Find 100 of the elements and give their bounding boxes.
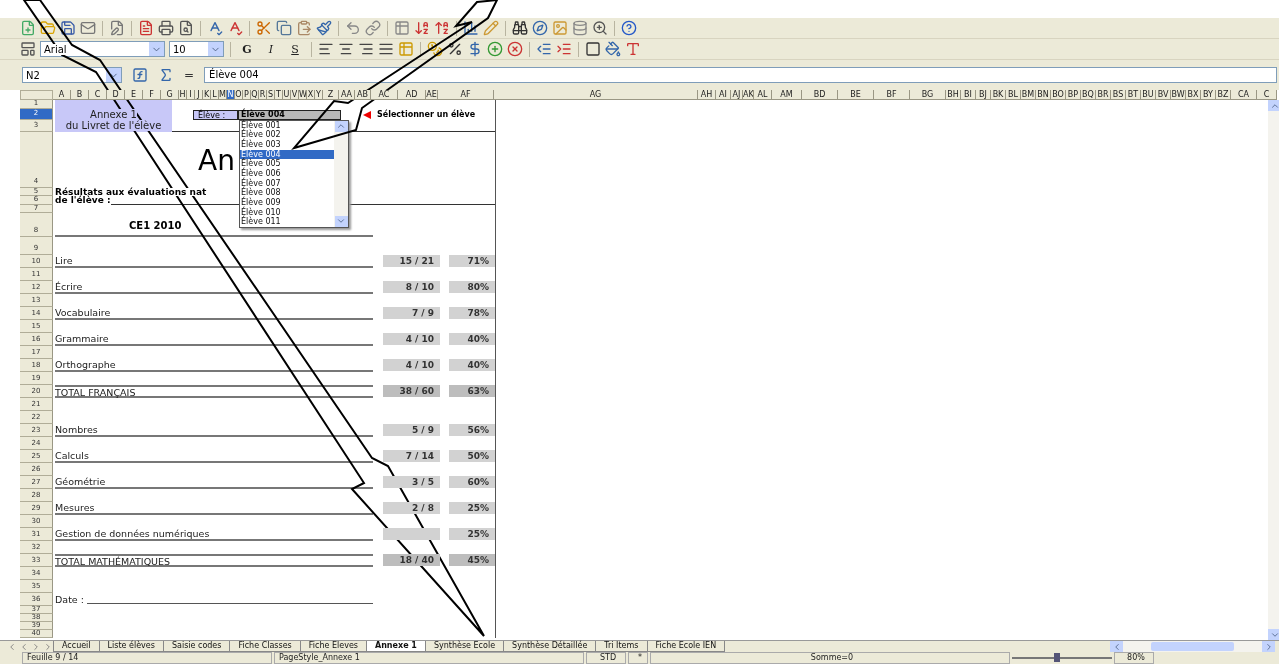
- help-icon[interactable]: [621, 20, 637, 36]
- sheet-tab[interactable]: Fiche Ecole IEN: [646, 641, 726, 652]
- sheet-tab[interactable]: Accueil: [53, 641, 100, 652]
- dropdown-option[interactable]: Élève 008: [240, 188, 334, 198]
- column-header[interactable]: BT: [1126, 90, 1141, 100]
- column-header[interactable]: AB: [355, 90, 371, 100]
- open-folder-icon[interactable]: [40, 20, 56, 36]
- cell-reference-field[interactable]: N2: [22, 67, 122, 83]
- scroll-down-icon[interactable]: [1268, 629, 1279, 640]
- sheet-tab[interactable]: Liste élèves: [98, 641, 164, 652]
- email-icon[interactable]: [80, 20, 96, 36]
- column-header[interactable]: AL: [754, 90, 772, 100]
- column-header[interactable]: L: [211, 90, 219, 100]
- font-name-field[interactable]: Arial: [40, 41, 165, 57]
- align-center-icon[interactable]: [338, 41, 354, 57]
- column-header[interactable]: CA: [1231, 90, 1257, 100]
- column-header[interactable]: AD: [398, 90, 426, 100]
- save-icon[interactable]: [60, 20, 76, 36]
- dropdown-option[interactable]: Élève 006: [240, 168, 334, 179]
- dropdown-option[interactable]: Élève 003: [240, 139, 334, 150]
- column-header[interactable]: BF: [874, 90, 910, 100]
- column-header[interactable]: AC: [371, 90, 398, 100]
- align-justify-icon[interactable]: [378, 41, 394, 57]
- column-header[interactable]: P: [243, 90, 251, 100]
- column-header[interactable]: C: [1257, 90, 1277, 100]
- list-scrollbar[interactable]: [334, 120, 348, 227]
- scroll-thumb[interactable]: [1151, 642, 1234, 651]
- fill-color-icon[interactable]: [605, 41, 621, 57]
- link-icon[interactable]: [365, 20, 381, 36]
- column-header[interactable]: BK: [991, 90, 1006, 100]
- sheet-tab[interactable]: Fiche Eleves: [299, 641, 367, 652]
- zoom-slider[interactable]: [1012, 652, 1112, 664]
- column-header[interactable]: BN: [1036, 90, 1051, 100]
- scroll-down-icon[interactable]: [334, 215, 348, 227]
- delete-decimal-icon[interactable]: [507, 41, 523, 57]
- copy-icon[interactable]: [276, 20, 292, 36]
- chart-icon[interactable]: [463, 20, 479, 36]
- horizontal-scrollbar[interactable]: [1110, 641, 1275, 652]
- brush-icon[interactable]: [316, 20, 332, 36]
- column-header[interactable]: AH: [698, 90, 716, 100]
- format-button[interactable]: G: [237, 40, 257, 58]
- currency-icon[interactable]: [427, 41, 443, 57]
- column-header[interactable]: BI: [961, 90, 976, 100]
- undo-icon[interactable]: [345, 20, 361, 36]
- column-header[interactable]: AI: [716, 90, 731, 100]
- sheet-tab[interactable]: Annexe 1: [365, 641, 426, 652]
- print-icon[interactable]: [158, 20, 174, 36]
- autospellcheck-icon[interactable]: [227, 20, 243, 36]
- column-header[interactable]: V: [291, 90, 299, 100]
- dropdown-option[interactable]: Élève 011: [240, 217, 334, 228]
- scroll-left-icon[interactable]: [1110, 641, 1123, 652]
- column-header[interactable]: BZ: [1216, 90, 1231, 100]
- format-button[interactable]: S: [285, 40, 305, 58]
- column-header[interactable]: Z: [323, 90, 339, 100]
- sheet-tab[interactable]: Tri Items: [595, 641, 648, 652]
- sheet-tab[interactable]: Synthèse Détaillée: [503, 641, 597, 652]
- column-header[interactable]: BP: [1066, 90, 1081, 100]
- number-format-icon[interactable]: [467, 41, 483, 57]
- paste-icon[interactable]: [296, 20, 312, 36]
- column-header[interactable]: N: [227, 90, 235, 100]
- column-header[interactable]: BR: [1096, 90, 1111, 100]
- column-header[interactable]: AM: [772, 90, 802, 100]
- sheet-tab[interactable]: Fiche Classes: [229, 641, 301, 652]
- indent-decrease-icon[interactable]: [536, 41, 552, 57]
- column-header[interactable]: AA: [339, 90, 355, 100]
- column-header[interactable]: BO: [1051, 90, 1066, 100]
- database-icon[interactable]: [572, 20, 588, 36]
- print-preview-icon[interactable]: [178, 20, 194, 36]
- column-header[interactable]: BY: [1201, 90, 1216, 100]
- column-header[interactable]: AG: [494, 90, 698, 100]
- cut-icon[interactable]: [256, 20, 272, 36]
- sort-ascending-icon[interactable]: [414, 20, 430, 36]
- sheet-tab[interactable]: Synthèse Ecole: [424, 641, 505, 652]
- font-size-field[interactable]: 10: [169, 41, 224, 57]
- zoom-icon[interactable]: [592, 20, 608, 36]
- column-header[interactable]: BH: [946, 90, 961, 100]
- column-header[interactable]: BL: [1006, 90, 1021, 100]
- sort-descending-icon[interactable]: [434, 20, 450, 36]
- column-header[interactable]: BX: [1186, 90, 1201, 100]
- percent-icon[interactable]: [447, 41, 463, 57]
- add-decimal-icon[interactable]: [487, 41, 503, 57]
- binoculars-icon[interactable]: [512, 20, 528, 36]
- table-icon[interactable]: [394, 20, 410, 36]
- styles-icon[interactable]: [20, 41, 36, 57]
- column-header[interactable]: BS: [1111, 90, 1126, 100]
- pencil-icon[interactable]: [483, 20, 499, 36]
- column-header[interactable]: BG: [910, 90, 946, 100]
- borders-icon[interactable]: [585, 41, 601, 57]
- align-left-icon[interactable]: [318, 41, 334, 57]
- formula-input[interactable]: Élève 004: [204, 67, 1277, 83]
- column-header[interactable]: BJ: [976, 90, 991, 100]
- column-header[interactable]: BE: [838, 90, 874, 100]
- scroll-right-icon[interactable]: [1262, 641, 1275, 652]
- pdf-file-icon[interactable]: [138, 20, 154, 36]
- column-header[interactable]: AF: [438, 90, 494, 100]
- vertical-scrollbar[interactable]: [1268, 100, 1279, 640]
- column-header[interactable]: BU: [1141, 90, 1156, 100]
- merge-cells-icon[interactable]: [398, 41, 414, 57]
- dropdown-option[interactable]: Élève 002: [240, 130, 334, 140]
- align-right-icon[interactable]: [358, 41, 374, 57]
